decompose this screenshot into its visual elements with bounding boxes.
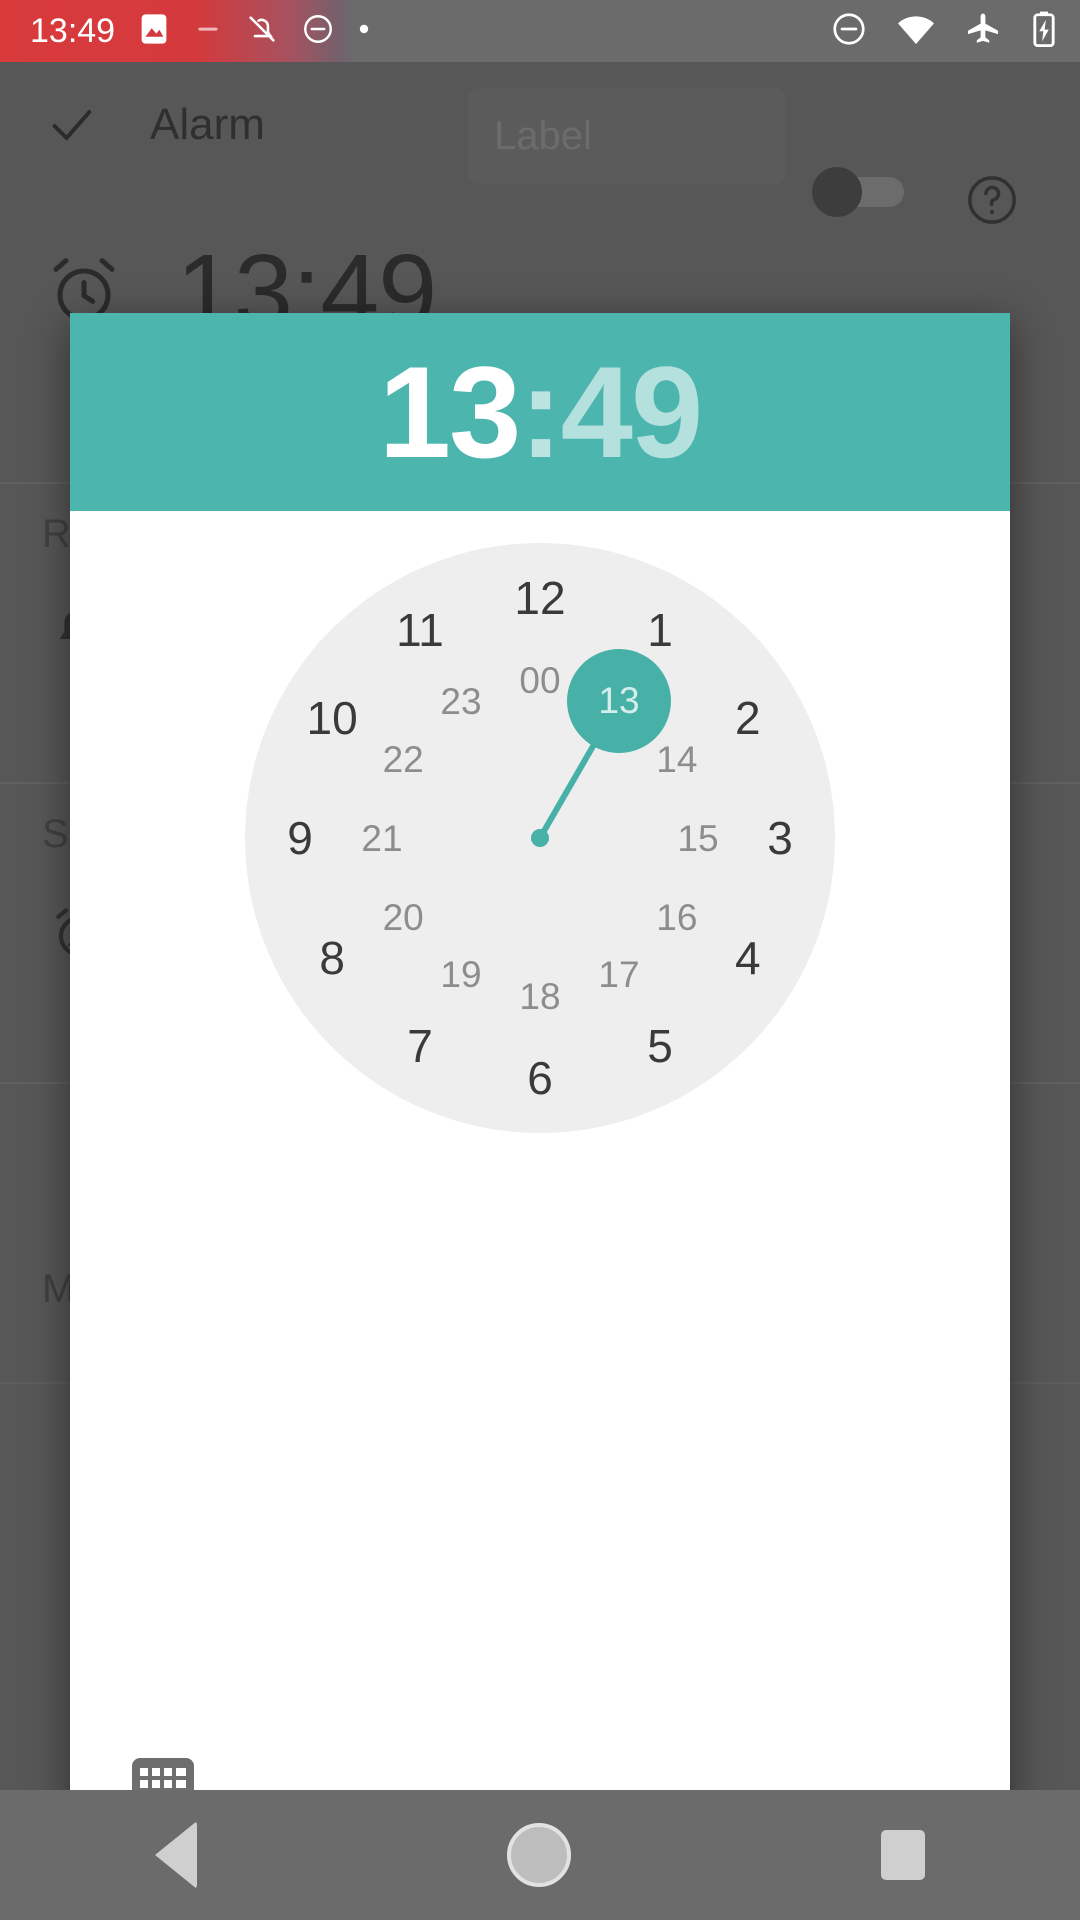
navigation-bar: [0, 1790, 1080, 1920]
recents-icon[interactable]: [881, 1830, 925, 1880]
clock-number-17[interactable]: 17: [575, 931, 663, 1019]
status-bar-right: [830, 0, 1058, 62]
image-icon: [137, 12, 171, 51]
clock-number-9[interactable]: 9: [256, 794, 344, 882]
wifi-icon: [896, 12, 936, 51]
clock-number-21[interactable]: 21: [338, 794, 426, 882]
minute-display[interactable]: 49: [561, 347, 704, 477]
clock-number-3[interactable]: 3: [736, 794, 824, 882]
home-icon[interactable]: [507, 1823, 571, 1887]
back-icon[interactable]: [155, 1821, 197, 1889]
hour-display[interactable]: 13: [379, 347, 522, 477]
time-picker-header: 13 : 49: [70, 313, 1010, 511]
status-bar: 13:49: [0, 0, 1080, 62]
bell-muted-icon: [245, 12, 279, 51]
clock-face[interactable]: 12 1 2 3 4 5 6 7 8 9 10 11 00 14 15 16 17 18 19 20 21 22 23 13: [245, 543, 835, 1133]
clock-center-dot: [531, 829, 549, 847]
clock-selector-label: 13: [598, 680, 640, 722]
clock-selector[interactable]: 13: [567, 649, 671, 754]
clock-number-20[interactable]: 20: [359, 873, 447, 961]
time-separator: :: [519, 339, 562, 485]
do-not-disturb-icon: [301, 12, 335, 51]
status-bar-clock: 13:49: [30, 12, 116, 50]
minus-icon: [193, 14, 223, 49]
clock-number-23[interactable]: 23: [417, 657, 505, 745]
time-display: 13 : 49: [379, 339, 704, 485]
battery-charging-icon: [1030, 10, 1058, 53]
status-bar-left: 13:49: [30, 0, 371, 62]
airplane-mode-icon: [964, 10, 1002, 53]
clock-face-wrapper: 12 1 2 3 4 5 6 7 8 9 10 11 00 14 15 16 17 18 19 20 21 22 23 13: [70, 511, 1010, 1133]
clock-number-12[interactable]: 12: [496, 554, 584, 642]
time-picker-dialog: 13 : 49 12 1 2 3 4 5 6 7 8 9 10 11 00 14 15 16 17 18 19 20 2…: [70, 313, 1010, 1920]
clock-number-15[interactable]: 15: [654, 794, 742, 882]
clock-number-18[interactable]: 18: [496, 952, 584, 1040]
dot-icon: [357, 22, 371, 41]
time-picker-body: 12 1 2 3 4 5 6 7 8 9 10 11 00 14 15 16 17 18 19 20 21 22 23 13: [70, 511, 1010, 1920]
clock-number-6[interactable]: 6: [496, 1034, 584, 1122]
do-not-disturb-icon: [830, 10, 868, 53]
android-screen: Alarm Label 13:49 Ringtone Snooze: [0, 0, 1080, 1920]
